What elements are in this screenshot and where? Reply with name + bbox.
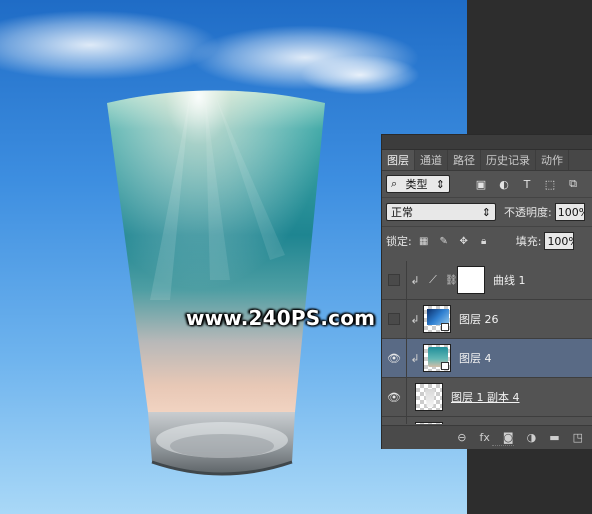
curves-icon: ⟋ — [429, 273, 437, 286]
image-icon[interactable]: ▣ — [474, 177, 488, 191]
resize-grip[interactable] — [492, 445, 514, 448]
lock-all-icon[interactable]: 🔒︎ — [478, 235, 490, 247]
clip-arrow-icon: ↲ — [410, 351, 420, 365]
layer-name[interactable]: 图层 1 副本 4 — [451, 389, 520, 405]
fill-input[interactable]: 100% — [544, 232, 575, 250]
layers-panel: 图层 通道 路径 历史记录 动作 ⌕ 类型 ⇕ ▣ ◐ T ⬚ ⧉ 正常 ⇕ 不… — [381, 134, 592, 449]
smart-object-icon[interactable]: ⧉ — [566, 177, 580, 191]
opacity-label: 不透明度: — [504, 206, 552, 219]
blend-mode-select[interactable]: 正常 ⇕ — [386, 203, 496, 221]
clip-arrow-icon: ↲ — [410, 312, 420, 326]
panel-footer: ⊖ fx ◙ ◑ ▬ ◳ — [382, 425, 592, 449]
updown-icon: ⇕ — [481, 205, 491, 219]
layer-thumbnail[interactable] — [415, 422, 443, 424]
lock-label: 锁定: — [386, 235, 412, 248]
tab-channels[interactable]: 通道 — [415, 150, 448, 170]
layer-name[interactable]: 曲线 1 — [493, 272, 526, 288]
layer-row[interactable] — [382, 417, 592, 424]
layer-row[interactable]: ↲ ⟋ ⛓︎ 曲线 1 — [382, 261, 592, 300]
tab-actions[interactable]: 动作 — [536, 150, 569, 170]
type-icon[interactable]: T — [520, 177, 534, 191]
visibility-off-box — [388, 313, 400, 325]
filter-row: ⌕ 类型 ⇕ ▣ ◐ T ⬚ ⧉ — [382, 171, 592, 197]
chain-link-icon[interactable]: ⛓︎ — [445, 275, 458, 286]
eye-icon: 👁︎ — [387, 390, 401, 404]
visibility-toggle[interactable] — [382, 417, 407, 424]
glass-thumbnail — [425, 389, 435, 407]
watermark-text: www.240PS.com — [186, 306, 376, 330]
smart-object-badge-icon — [441, 323, 449, 331]
tab-layers[interactable]: 图层 — [382, 150, 415, 170]
mask-icon[interactable]: ◙ — [503, 431, 514, 444]
visibility-off-box — [388, 274, 400, 286]
panel-grip[interactable] — [382, 135, 592, 150]
lock-row: 锁定: ▦ ✎ ✥ 🔒︎ 填充: 100% — [382, 227, 592, 255]
tab-paths[interactable]: 路径 — [448, 150, 481, 170]
lock-pixels-icon[interactable]: ▦ — [418, 235, 430, 247]
layer-row[interactable]: ↲ 图层 26 — [382, 300, 592, 339]
fill-label: 填充: — [515, 235, 542, 248]
layer-thumbnail[interactable] — [423, 305, 451, 333]
shape-icon[interactable]: ⬚ — [543, 177, 557, 191]
visibility-toggle[interactable]: 👁︎ — [382, 378, 407, 416]
lock-icons: ▦ ✎ ✥ 🔒︎ — [418, 235, 490, 247]
visibility-toggle[interactable] — [382, 300, 407, 338]
layer-mask-thumbnail[interactable] — [457, 266, 485, 294]
fx-icon[interactable]: fx — [480, 431, 490, 444]
layer-name[interactable]: 图层 4 — [459, 350, 492, 366]
clip-arrow-icon: ↲ — [410, 273, 420, 287]
visibility-toggle[interactable]: 👁︎ — [382, 339, 407, 377]
panel-tabs: 图层 通道 路径 历史记录 动作 — [382, 150, 592, 171]
lock-paint-icon[interactable]: ✎ — [438, 235, 450, 247]
adjustment-icon[interactable]: ◑ — [527, 431, 537, 444]
blend-mode-value: 正常 — [391, 206, 413, 219]
filter-icons: ▣ ◐ T ⬚ ⧉ — [474, 177, 580, 191]
tab-history[interactable]: 历史记录 — [481, 150, 536, 170]
new-layer-icon[interactable]: ◳ — [573, 431, 583, 444]
updown-icon: ⇕ — [435, 177, 445, 191]
eye-icon: 👁︎ — [387, 351, 401, 365]
layer-thumbnail[interactable] — [423, 344, 451, 372]
blend-row: 正常 ⇕ 不透明度: 100% — [382, 198, 592, 226]
smart-object-badge-icon — [441, 362, 449, 370]
kind-filter-select[interactable]: ⌕ 类型 ⇕ — [386, 175, 450, 193]
visibility-toggle[interactable] — [382, 261, 407, 299]
link-icon[interactable]: ⊖ — [457, 431, 466, 444]
search-icon: ⌕ — [391, 177, 398, 190]
layer-name[interactable]: 图层 26 — [459, 311, 499, 327]
layer-thumbnail[interactable] — [415, 383, 443, 411]
layer-row[interactable]: 👁︎ 图层 1 副本 4 — [382, 378, 592, 417]
adjustment-filter-icon[interactable]: ◐ — [497, 177, 511, 191]
lock-position-icon[interactable]: ✥ — [458, 235, 470, 247]
folder-icon[interactable]: ▬ — [549, 431, 559, 444]
layers-list: ↲ ⟋ ⛓︎ 曲线 1 ↲ 图层 26 👁︎ ↲ 图层 4 👁︎ 图层 1 副本… — [382, 261, 592, 424]
kind-filter-label: 类型 — [405, 178, 428, 191]
layer-row-selected[interactable]: 👁︎ ↲ 图层 4 — [382, 339, 592, 378]
opacity-input[interactable]: 100% — [554, 203, 585, 221]
